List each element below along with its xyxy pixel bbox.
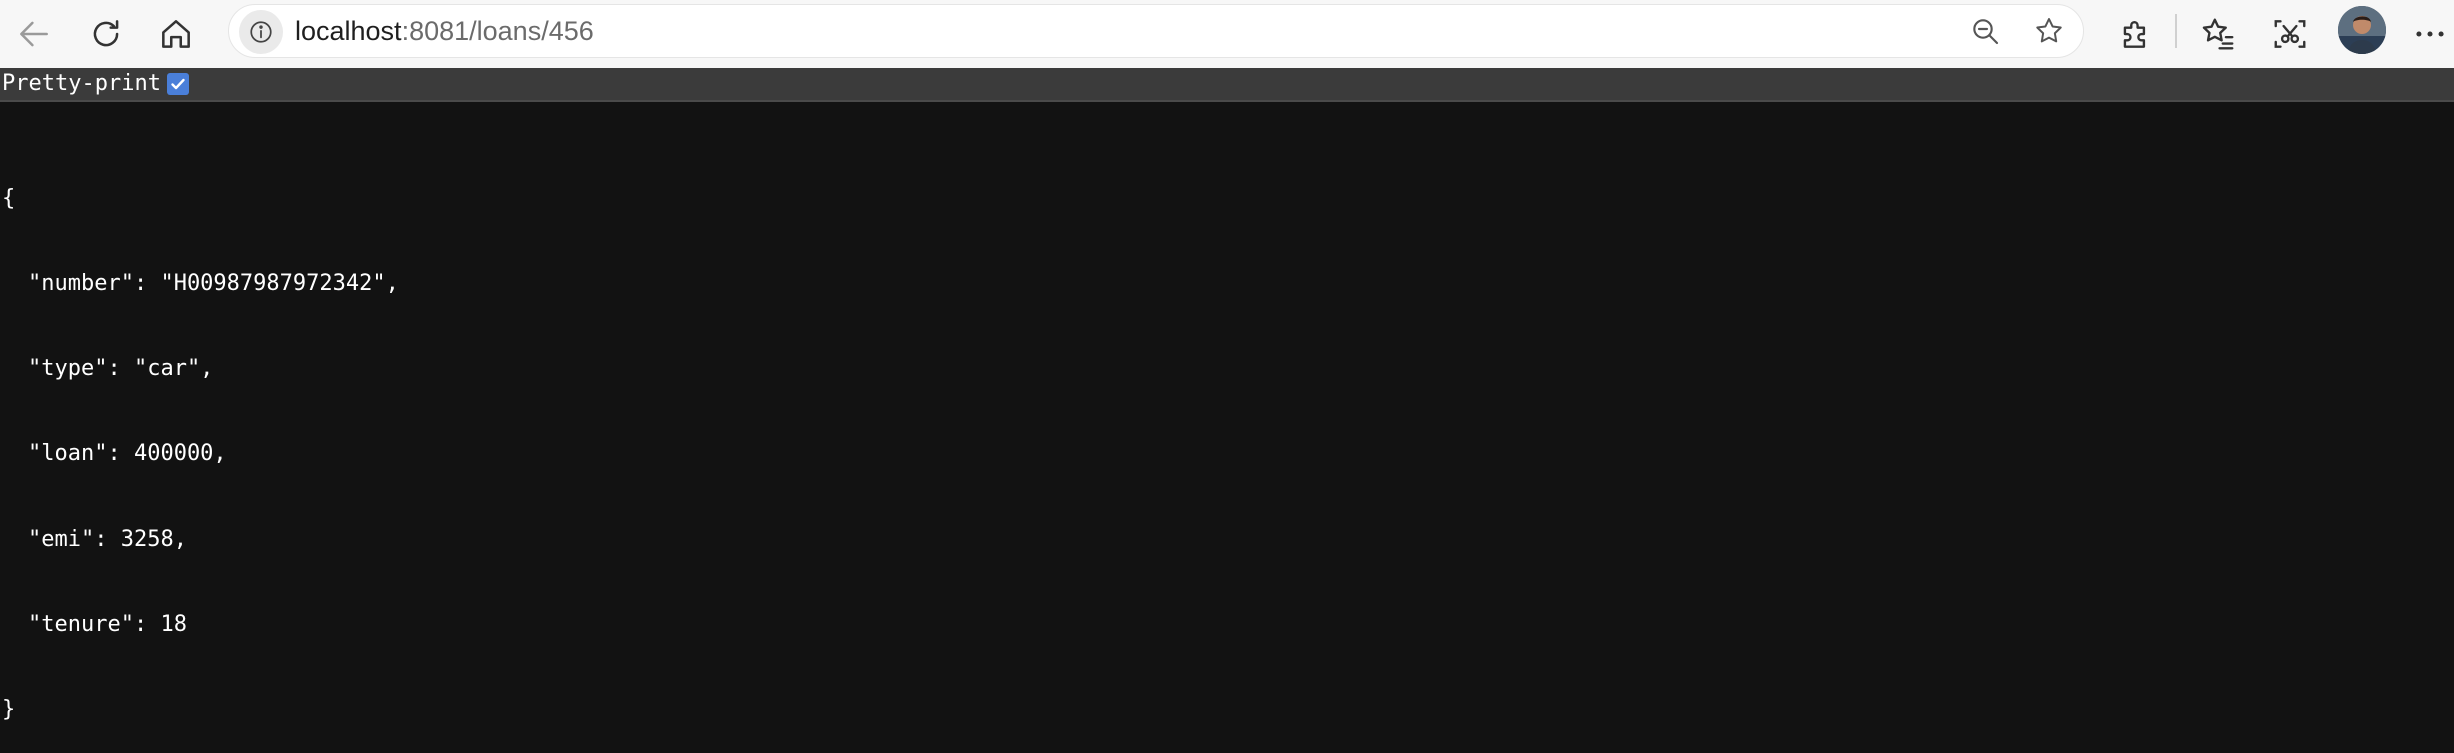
screenshot-button[interactable]: [2264, 8, 2316, 60]
refresh-button[interactable]: [80, 8, 132, 60]
puzzle-icon: [2123, 21, 2146, 48]
favorites-icon: [2202, 18, 2234, 50]
profile-avatar[interactable]: [2338, 6, 2386, 54]
pretty-print-bar: Pretty-print: [0, 68, 2454, 102]
pretty-print-label: Pretty-print: [2, 71, 161, 96]
url-path: :8081/loans/456: [401, 16, 594, 46]
url-text[interactable]: localhost:8081/loans/456: [295, 5, 594, 57]
json-open-brace: {: [2, 185, 16, 211]
more-menu-button[interactable]: [2404, 8, 2454, 60]
screenshot-icon: [2274, 20, 2306, 48]
browser-toolbar: localhost:8081/loans/456: [0, 0, 2454, 68]
back-button[interactable]: [8, 8, 60, 60]
json-line-type: "type": "car",: [28, 356, 214, 382]
back-arrow-icon: [20, 21, 48, 47]
refresh-icon: [93, 20, 119, 47]
extensions-button[interactable]: [2110, 8, 2162, 60]
toolbar-separator: [2175, 14, 2177, 48]
checkmark-icon: [171, 78, 185, 90]
favorites-button[interactable]: [2192, 8, 2244, 60]
json-line-number: "number": "H00987987972342",: [28, 271, 399, 297]
json-line-tenure: "tenure": 18: [28, 611, 187, 637]
zoom-button[interactable]: [1965, 11, 2005, 51]
address-bar[interactable]: localhost:8081/loans/456: [228, 4, 2084, 58]
json-line-emi: "emi": 3258,: [28, 526, 187, 552]
home-icon: [162, 20, 190, 48]
avatar-image: [2338, 6, 2386, 54]
site-info-button[interactable]: [239, 10, 283, 54]
star-icon: [2036, 18, 2062, 43]
more-icon: [2416, 31, 2444, 37]
pretty-print-checkbox[interactable]: [166, 73, 189, 95]
url-host: localhost: [295, 16, 402, 46]
home-button[interactable]: [150, 8, 202, 60]
json-close-brace: }: [2, 697, 16, 723]
json-line-loan: "loan": 400000,: [28, 441, 227, 467]
add-favorite-button[interactable]: [2029, 11, 2069, 51]
zoom-out-icon: [1973, 19, 1999, 45]
info-icon: [250, 21, 272, 43]
json-viewer: { "number": "H00987987972342", "type": "…: [2, 128, 399, 753]
